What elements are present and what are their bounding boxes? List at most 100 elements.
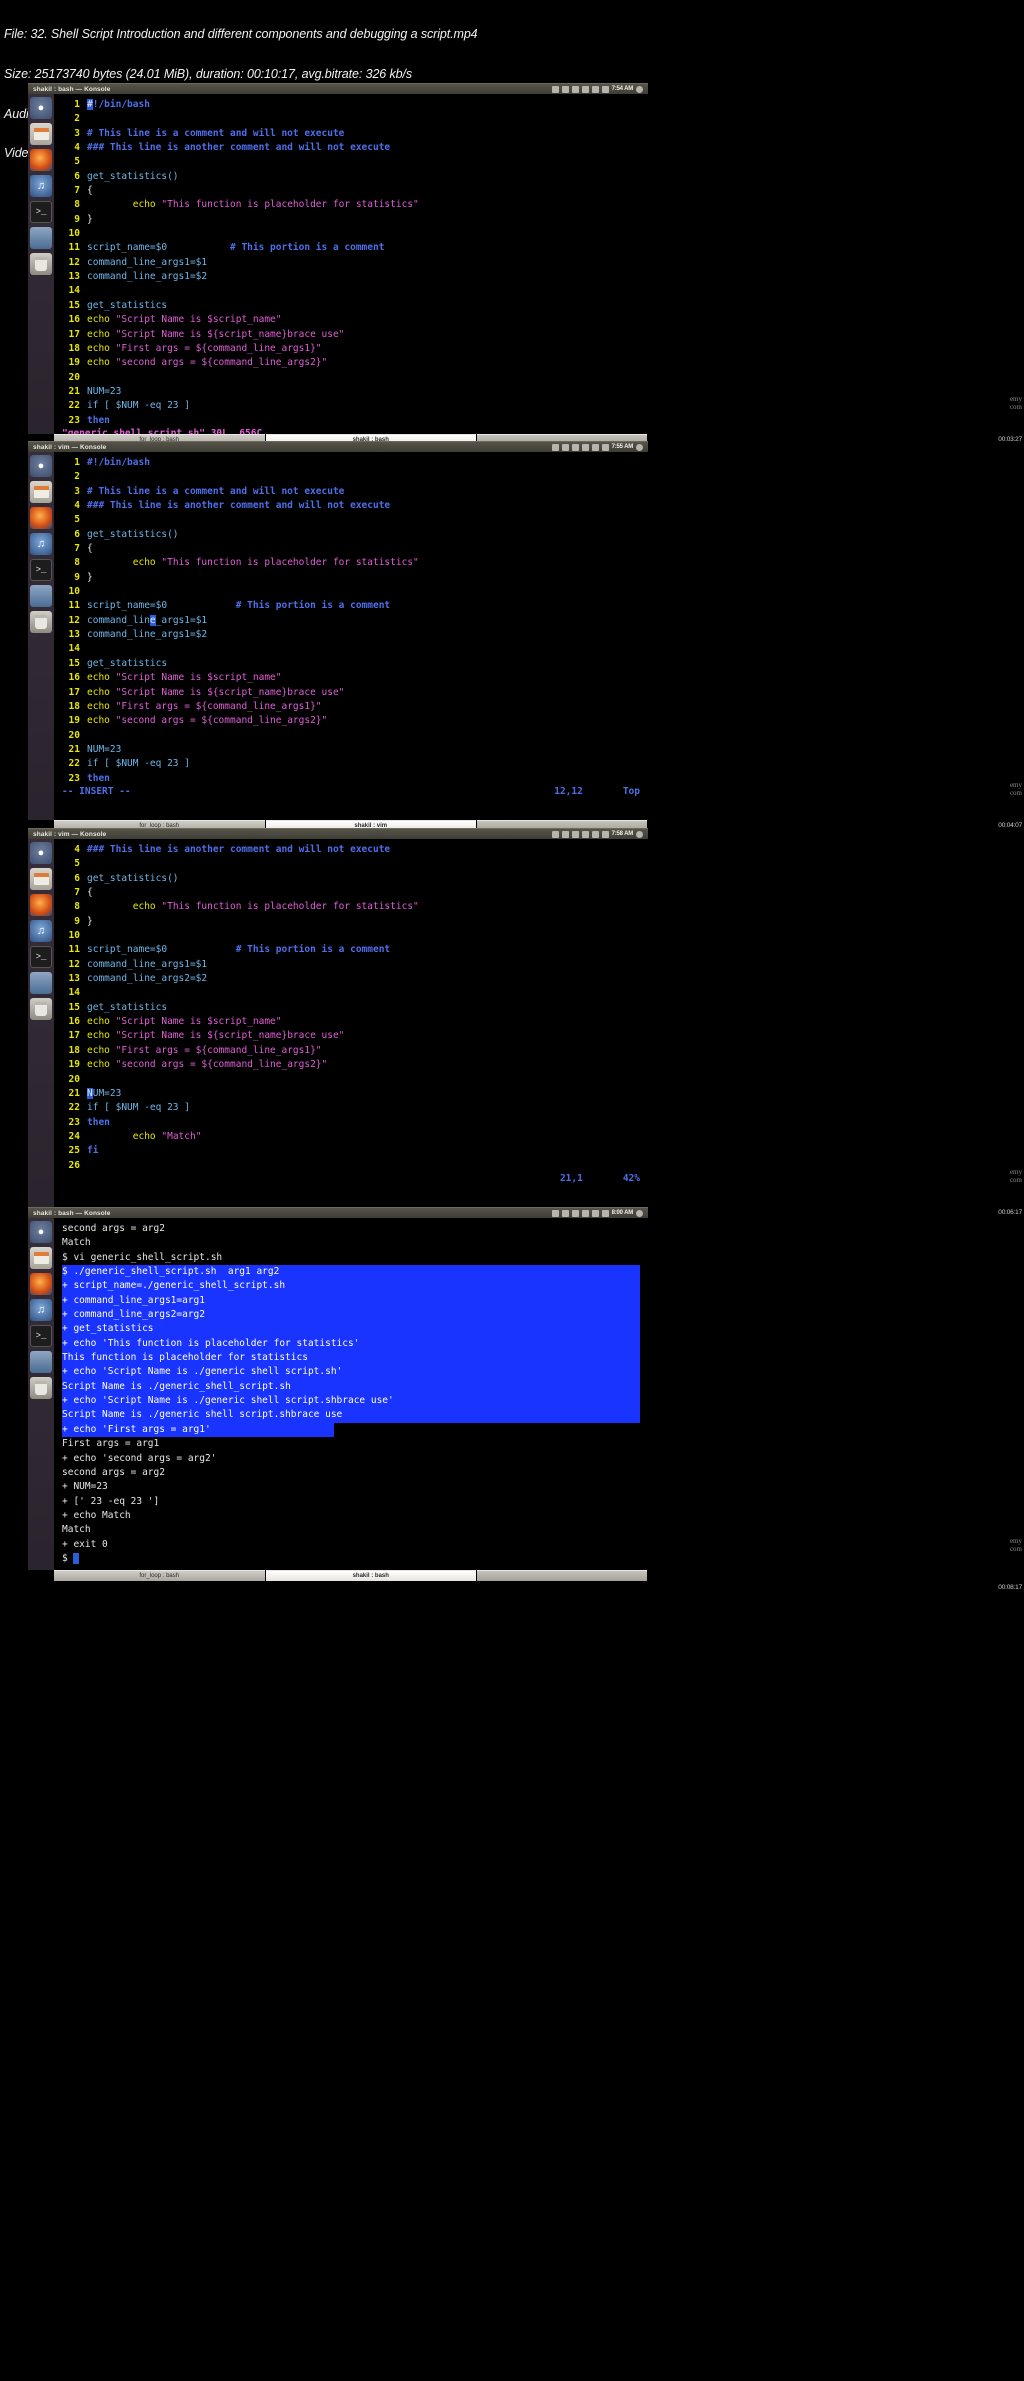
window-titlebar[interactable]: shakil : bash — Konsole 7:54 AM bbox=[28, 83, 648, 94]
window-titlebar[interactable]: shakil : vim — Konsole 7:55 AM bbox=[28, 441, 648, 452]
konsole-terminal[interactable]: 4 ### This line is another comment and wi… bbox=[54, 839, 648, 1207]
updown-arrows-icon[interactable] bbox=[561, 443, 569, 451]
unity-launcher[interactable]: ● ♫ >_ bbox=[28, 452, 54, 820]
line-number: 10 bbox=[68, 228, 80, 240]
photo-icon[interactable] bbox=[30, 972, 52, 994]
code-segment: then bbox=[87, 772, 110, 784]
line-number: 6 bbox=[74, 170, 80, 182]
network-icon[interactable] bbox=[551, 85, 559, 93]
volume-icon[interactable] bbox=[591, 830, 599, 838]
code-segment: NUM=23 bbox=[87, 385, 122, 397]
watermark: emy com bbox=[1009, 1168, 1022, 1184]
network-icon[interactable] bbox=[551, 830, 559, 838]
gear-icon[interactable] bbox=[636, 443, 643, 451]
code-segment: command_line_args1=$1 bbox=[87, 958, 208, 970]
trash-icon[interactable] bbox=[30, 253, 52, 275]
photo-icon[interactable] bbox=[30, 1351, 52, 1373]
firefox-icon[interactable] bbox=[30, 894, 52, 916]
photo-icon[interactable] bbox=[30, 227, 52, 249]
mail-icon[interactable] bbox=[581, 85, 589, 93]
rhythmbox-icon[interactable]: ♫ bbox=[30, 920, 52, 942]
code-segment: echo bbox=[132, 901, 162, 913]
window-taskbar[interactable]: for_loop : bash shakil : bash bbox=[28, 1570, 648, 1581]
code-segment: UM=23 bbox=[92, 1087, 122, 1099]
system-tray[interactable]: 7:58 AM bbox=[551, 830, 645, 838]
terminal-icon[interactable]: >_ bbox=[30, 946, 52, 968]
keyboard-icon[interactable] bbox=[571, 443, 579, 451]
gear-icon[interactable] bbox=[636, 85, 643, 93]
network-icon[interactable] bbox=[551, 1209, 559, 1217]
window-title: shakil : bash — Konsole bbox=[33, 85, 111, 93]
ubuntu-dash-icon[interactable]: ● bbox=[30, 455, 52, 477]
window-titlebar[interactable]: shakil : vim — Konsole 7:58 AM bbox=[28, 828, 648, 839]
files-icon[interactable] bbox=[30, 481, 52, 503]
line-number: 6 bbox=[74, 872, 80, 884]
line-number: 15 bbox=[68, 299, 80, 311]
taskbar-item-for-loop[interactable]: for_loop : bash bbox=[54, 1570, 265, 1581]
updown-arrows-icon[interactable] bbox=[561, 1209, 569, 1217]
output-line: second args = arg2 bbox=[62, 1466, 165, 1478]
gear-icon[interactable] bbox=[636, 1209, 643, 1217]
terminal-output: second args = arg2 Match $ vi generic_sh… bbox=[54, 1218, 648, 1566]
gear-icon[interactable] bbox=[636, 830, 643, 838]
keyboard-icon[interactable] bbox=[571, 85, 579, 93]
window-titlebar[interactable]: shakil : bash — Konsole 8:00 AM bbox=[28, 1207, 648, 1218]
taskbar-item-active[interactable]: shakil : bash bbox=[265, 1570, 476, 1581]
line-number: 2 bbox=[74, 471, 80, 483]
line-number: 4 bbox=[74, 500, 80, 512]
terminal-icon[interactable]: >_ bbox=[30, 559, 52, 581]
power-icon[interactable] bbox=[601, 443, 609, 451]
network-icon[interactable] bbox=[551, 443, 559, 451]
mail-icon[interactable] bbox=[581, 443, 589, 451]
unity-launcher[interactable]: ● ♫ >_ bbox=[28, 839, 54, 1207]
rhythmbox-icon[interactable]: ♫ bbox=[30, 533, 52, 555]
line-number: 9 bbox=[74, 213, 80, 225]
terminal-icon[interactable]: >_ bbox=[30, 201, 52, 223]
panel-2: shakil : vim — Konsole 7:55 AM ● ♫ >_ 1 #!/bin… bbox=[28, 441, 648, 831]
power-icon[interactable] bbox=[601, 830, 609, 838]
power-icon[interactable] bbox=[601, 85, 609, 93]
power-icon[interactable] bbox=[601, 1209, 609, 1217]
firefox-icon[interactable] bbox=[30, 507, 52, 529]
konsole-terminal[interactable]: 1 #!/bin/bash 2 3 # This line is a comment… bbox=[54, 452, 648, 820]
ubuntu-dash-icon[interactable]: ● bbox=[30, 842, 52, 864]
mail-icon[interactable] bbox=[581, 830, 589, 838]
trash-icon[interactable] bbox=[30, 998, 52, 1020]
code-segment: "This function is placeholder for statis… bbox=[161, 901, 419, 913]
system-tray[interactable]: 7:55 AM bbox=[551, 443, 645, 451]
konsole-terminal[interactable]: second args = arg2 Match $ vi generic_sh… bbox=[54, 1218, 648, 1570]
keyboard-icon[interactable] bbox=[571, 1209, 579, 1217]
trash-icon[interactable] bbox=[30, 611, 52, 633]
output-line: This function is placeholder for statist… bbox=[62, 1351, 640, 1366]
files-icon[interactable] bbox=[30, 123, 52, 145]
unity-launcher[interactable]: ● ♫ >_ bbox=[28, 94, 54, 434]
code-segment: "First args = ${command_line_args1}" bbox=[115, 1044, 322, 1056]
files-icon[interactable] bbox=[30, 868, 52, 890]
code-segment: "second args = ${command_line_args2}" bbox=[115, 715, 328, 727]
code-segment: echo bbox=[87, 342, 116, 354]
files-icon[interactable] bbox=[30, 1247, 52, 1269]
terminal-icon[interactable]: >_ bbox=[30, 1325, 52, 1347]
system-tray[interactable]: 8:00 AM bbox=[551, 1209, 645, 1217]
taskbar-empty-area[interactable] bbox=[477, 1570, 647, 1581]
volume-icon[interactable] bbox=[591, 1209, 599, 1217]
photo-icon[interactable] bbox=[30, 585, 52, 607]
volume-icon[interactable] bbox=[591, 85, 599, 93]
mail-icon[interactable] bbox=[581, 1209, 589, 1217]
trash-icon[interactable] bbox=[30, 1377, 52, 1399]
line-number: 10 bbox=[68, 930, 80, 942]
keyboard-icon[interactable] bbox=[571, 830, 579, 838]
firefox-icon[interactable] bbox=[30, 149, 52, 171]
ubuntu-dash-icon[interactable]: ● bbox=[30, 1221, 52, 1243]
system-tray[interactable]: 7:54 AM bbox=[551, 85, 645, 93]
updown-arrows-icon[interactable] bbox=[561, 830, 569, 838]
ubuntu-dash-icon[interactable]: ● bbox=[30, 97, 52, 119]
firefox-icon[interactable] bbox=[30, 1273, 52, 1295]
line-number: 4 bbox=[74, 142, 80, 154]
rhythmbox-icon[interactable]: ♫ bbox=[30, 175, 52, 197]
unity-launcher[interactable]: ● ♫ >_ bbox=[28, 1218, 54, 1570]
konsole-terminal[interactable]: 1 #!/bin/bash 2 3 # This line is a comment… bbox=[54, 94, 648, 434]
rhythmbox-icon[interactable]: ♫ bbox=[30, 1299, 52, 1321]
updown-arrows-icon[interactable] bbox=[561, 85, 569, 93]
volume-icon[interactable] bbox=[591, 443, 599, 451]
